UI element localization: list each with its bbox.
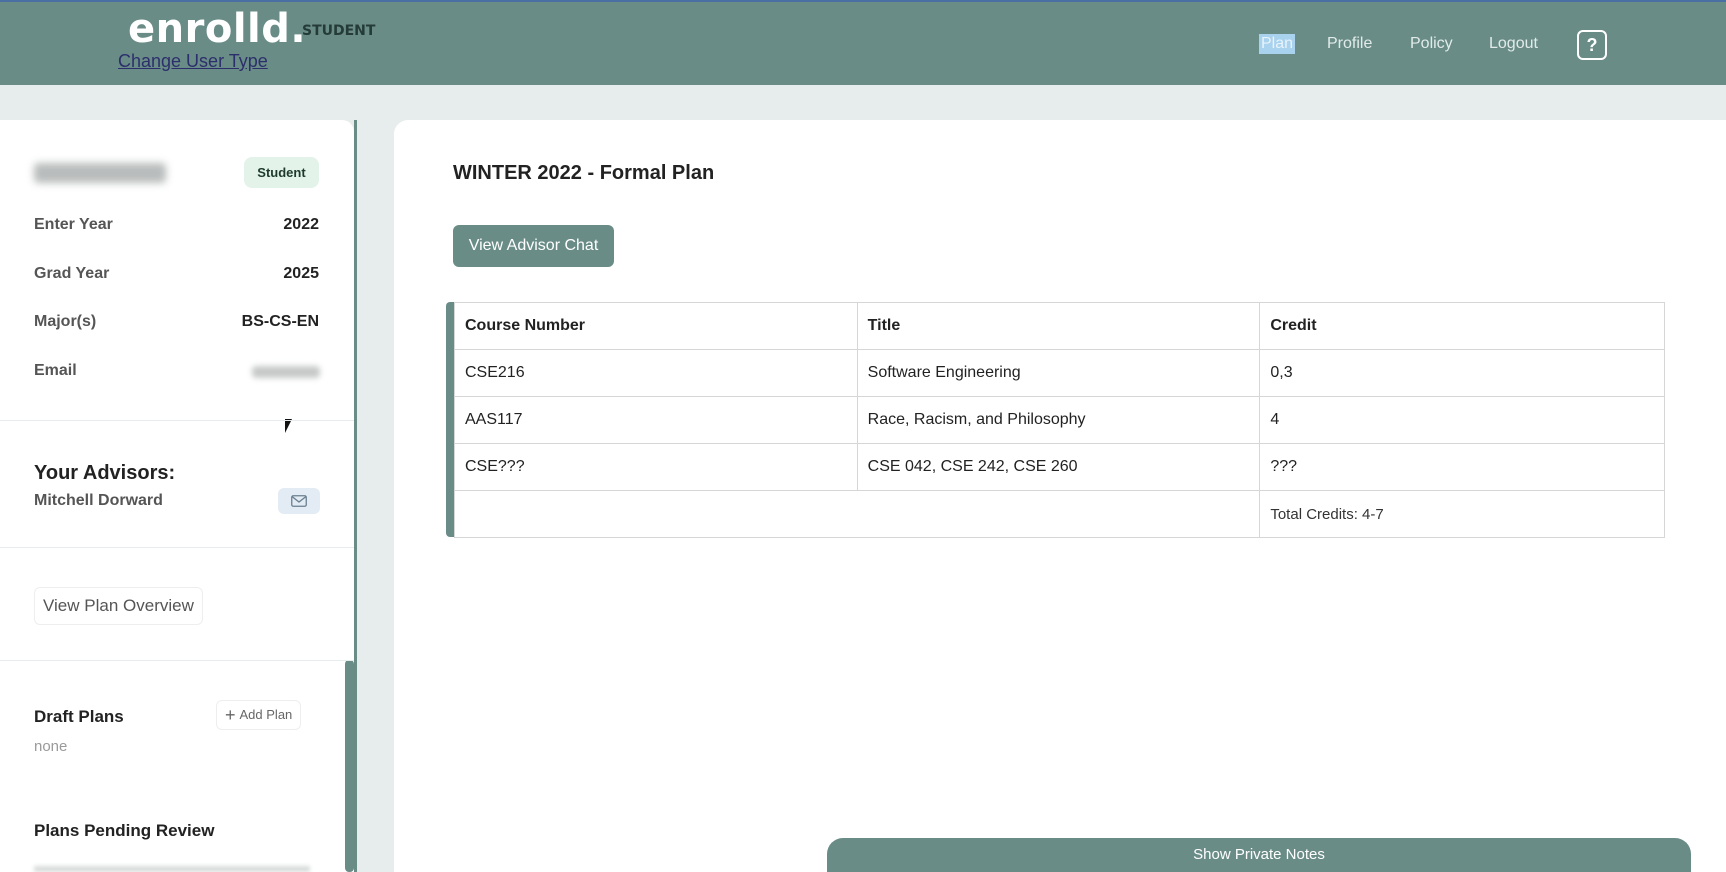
sidebar-scrollbar[interactable]: [345, 660, 354, 872]
draft-plans-empty: none: [34, 738, 68, 755]
course-title-cell: Race, Racism, and Philosophy: [856, 396, 1261, 444]
table-row: AAS117 Race, Racism, and Philosophy 4: [454, 396, 1665, 444]
add-plan-label: Add Plan: [239, 707, 293, 722]
course-title-cell: CSE 042, CSE 242, CSE 260: [856, 443, 1261, 491]
empty-cell: [857, 490, 1261, 538]
envelope-icon: [291, 495, 307, 507]
view-plan-overview-button[interactable]: View Plan Overview: [34, 587, 203, 625]
student-name-redacted: [34, 163, 166, 183]
advisors-title: Your Advisors:: [34, 462, 176, 484]
plus-icon: +: [225, 705, 236, 725]
help-button[interactable]: ?: [1577, 30, 1607, 60]
column-header-title: Title: [856, 302, 1261, 350]
sidebar-divider-1: [0, 420, 354, 421]
sidebar-divider: [354, 120, 357, 872]
view-advisor-chat-button[interactable]: View Advisor Chat: [453, 225, 614, 267]
grad-year-value: 2025: [283, 265, 319, 282]
pending-review-title: Plans Pending Review: [34, 821, 215, 840]
add-plan-button[interactable]: + Add Plan: [216, 700, 302, 730]
nav-profile[interactable]: Profile: [1327, 35, 1372, 53]
plan-title: WINTER 2022 - Formal Plan: [453, 162, 715, 184]
majors-value: BS-CS-EN: [241, 313, 319, 330]
course-table-container: Course Number Title Credit CSE216 Softwa…: [446, 302, 1665, 538]
course-number-cell: AAS117: [454, 396, 858, 444]
course-credit-cell: ???: [1259, 443, 1665, 491]
show-private-notes-button[interactable]: Show Private Notes: [827, 838, 1691, 872]
nav-policy[interactable]: Policy: [1410, 35, 1453, 53]
column-header-course-number: Course Number: [454, 302, 858, 350]
sidebar-divider-3: [0, 660, 354, 661]
table-total-row: Total Credits: 4-7: [454, 490, 1665, 538]
course-number-cell: CSE216: [454, 349, 858, 397]
app-logo: enrolld.: [128, 6, 307, 52]
enter-year-value: 2022: [283, 216, 319, 233]
table-header-row: Course Number Title Credit: [454, 302, 1665, 350]
course-table: Course Number Title Credit CSE216 Softwa…: [454, 302, 1665, 538]
table-row: CSE216 Software Engineering 0,3: [454, 349, 1665, 397]
course-title-cell: Software Engineering: [856, 349, 1261, 397]
nav-logout[interactable]: Logout: [1489, 35, 1538, 53]
email-redacted: [252, 366, 320, 378]
course-number-cell: CSE???: [454, 443, 858, 491]
mail-advisor-button[interactable]: [278, 488, 320, 514]
total-credits: Total Credits: 4-7: [1259, 490, 1665, 538]
email-label: Email: [34, 362, 77, 379]
grad-year-label: Grad Year: [34, 265, 110, 282]
nav-plan[interactable]: Plan: [1259, 34, 1296, 54]
advisor-name: Mitchell Dorward: [34, 492, 163, 509]
sidebar-divider-2: [0, 547, 354, 548]
course-credit-cell: 0,3: [1259, 349, 1665, 397]
table-row: CSE??? CSE 042, CSE 242, CSE 260 ???: [454, 443, 1665, 491]
user-type-label: STUDENT: [302, 23, 376, 39]
column-header-credit: Credit: [1259, 302, 1665, 350]
role-badge: Student: [244, 157, 319, 188]
course-credit-cell: 4: [1259, 396, 1665, 444]
app-header: enrolld. STUDENT Change User Type Plan P…: [0, 0, 1726, 85]
empty-cell: [454, 490, 858, 538]
majors-label: Major(s): [34, 313, 97, 330]
pending-item-redacted: [34, 866, 310, 872]
draft-plans-title: Draft Plans: [34, 707, 124, 726]
change-user-type-link[interactable]: Change User Type: [118, 51, 268, 72]
mouse-cursor-icon: [285, 419, 292, 433]
enter-year-label: Enter Year: [34, 216, 113, 233]
